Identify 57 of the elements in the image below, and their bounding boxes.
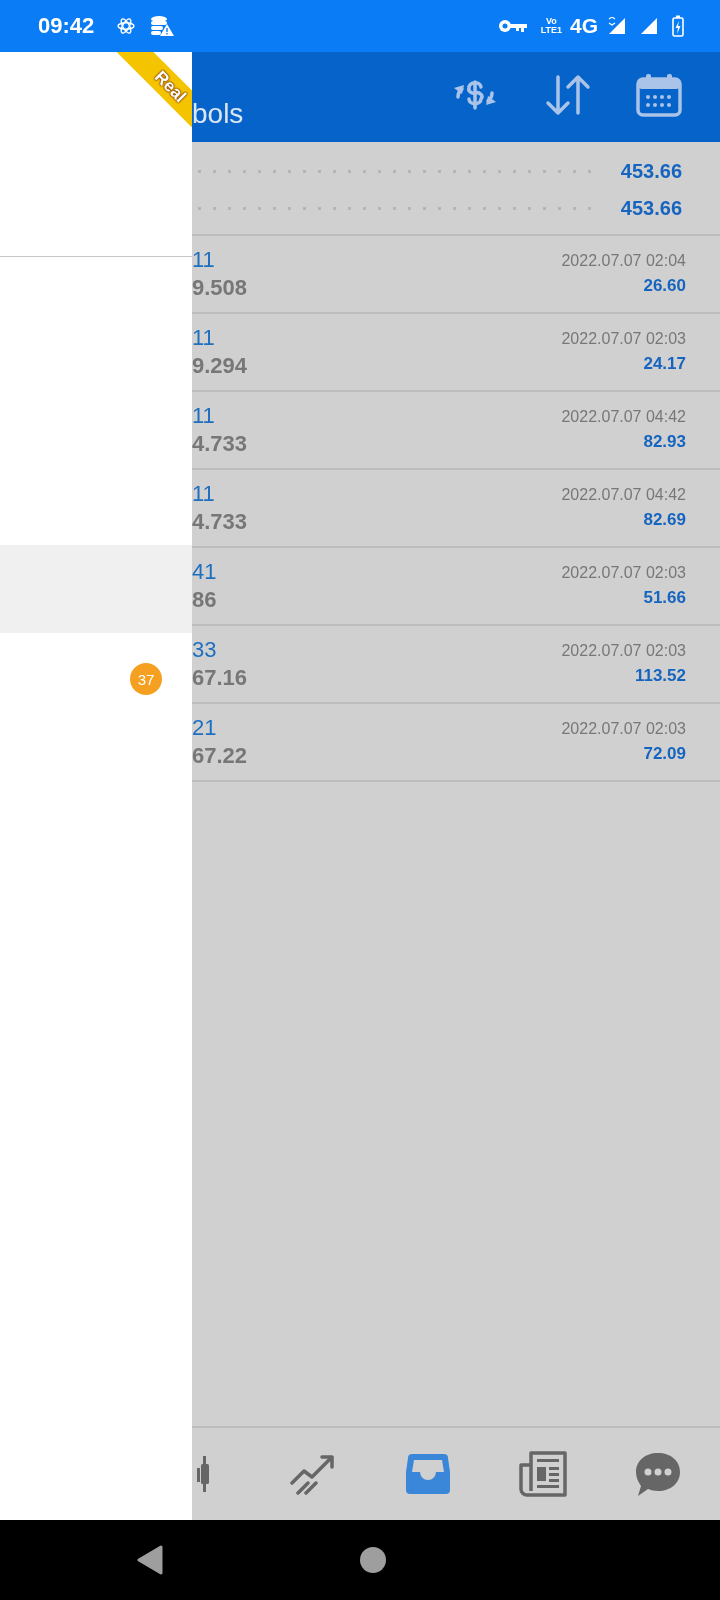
deal-profit: 82.69 [643, 510, 686, 530]
deal-price: 86 [192, 587, 217, 613]
deal-time: 2022.07.07 02:03 [561, 564, 686, 582]
deal-profit: 26.60 [643, 276, 686, 296]
deal-symbol: 41 [192, 559, 217, 585]
network-type: 4G [570, 14, 598, 38]
deal-symbol: 33 [192, 637, 218, 663]
count-badge: 37 [130, 663, 162, 695]
deal-time: 2022.07.07 04:42 [561, 408, 686, 426]
candlestick-icon[interactable] [197, 1454, 211, 1494]
deal-row[interactable]: 11 9.294 2022.07.07 02:03 24.17 [192, 314, 720, 392]
deal-price: 4.733 [192, 509, 248, 535]
deal-profit: 72.09 [643, 744, 686, 764]
deal-row[interactable]: 33 67.16 2022.07.07 02:03 113.52 [192, 626, 720, 704]
atom-icon [116, 16, 137, 36]
deal-price: 67.16 [192, 665, 248, 691]
battery-charging-icon [672, 15, 684, 37]
deal-price: 4.733 [192, 431, 248, 457]
deal-profit: 24.17 [643, 354, 686, 374]
deal-profit: 113.52 [634, 666, 686, 686]
deal-time: 2022.07.07 02:03 [561, 720, 686, 738]
header-title: bols [192, 98, 244, 131]
summary-value: 453.66 [620, 160, 682, 183]
deal-row[interactable]: 11 4.733 2022.07.07 04:42 82.93 [192, 392, 720, 470]
deal-profit: 82.93 [643, 432, 686, 452]
deal-time: 2022.07.07 04:42 [561, 486, 686, 504]
signal-icon [606, 17, 626, 35]
summary-value: 453.66 [620, 197, 682, 220]
deal-symbol: 11 [192, 325, 216, 351]
back-icon[interactable] [137, 1545, 163, 1575]
clock: 09:42 [38, 13, 95, 39]
deal-price: 9.294 [192, 353, 248, 379]
key-icon [498, 19, 527, 33]
deal-symbol: 11 [192, 403, 216, 429]
deal-row[interactable]: 21 67.22 2022.07.07 02:03 72.09 [192, 704, 720, 782]
deal-time: 2022.07.07 02:03 [561, 330, 686, 348]
deal-profit: 51.66 [643, 588, 686, 608]
newspaper-icon[interactable] [518, 1451, 567, 1497]
chat-icon[interactable] [633, 1451, 682, 1497]
sort-icon[interactable] [544, 73, 592, 117]
deal-row[interactable]: 41 86 2022.07.07 02:03 51.66 [192, 548, 720, 626]
deal-time: 2022.07.07 02:03 [561, 642, 686, 660]
deal-price: 9.508 [192, 275, 248, 301]
deal-price: 67.22 [192, 743, 248, 769]
deal-symbol: 11 [192, 247, 216, 273]
deal-row[interactable]: 11 9.508 2022.07.07 02:04 26.60 [192, 236, 720, 314]
deal-time: 2022.07.07 02:04 [561, 252, 686, 270]
deal-symbol: 21 [192, 715, 218, 741]
trend-icon[interactable] [289, 1453, 336, 1495]
home-icon[interactable] [359, 1546, 387, 1574]
database-warning-icon [150, 15, 175, 37]
calendar-icon[interactable] [636, 73, 682, 117]
volte-indicator: Vo LTE1 [540, 17, 562, 35]
inbox-icon[interactable] [403, 1452, 452, 1496]
signal-icon [640, 17, 658, 35]
deal-row[interactable]: 11 4.733 2022.07.07 04:42 82.69 [192, 470, 720, 548]
deal-symbol: 11 [192, 481, 216, 507]
